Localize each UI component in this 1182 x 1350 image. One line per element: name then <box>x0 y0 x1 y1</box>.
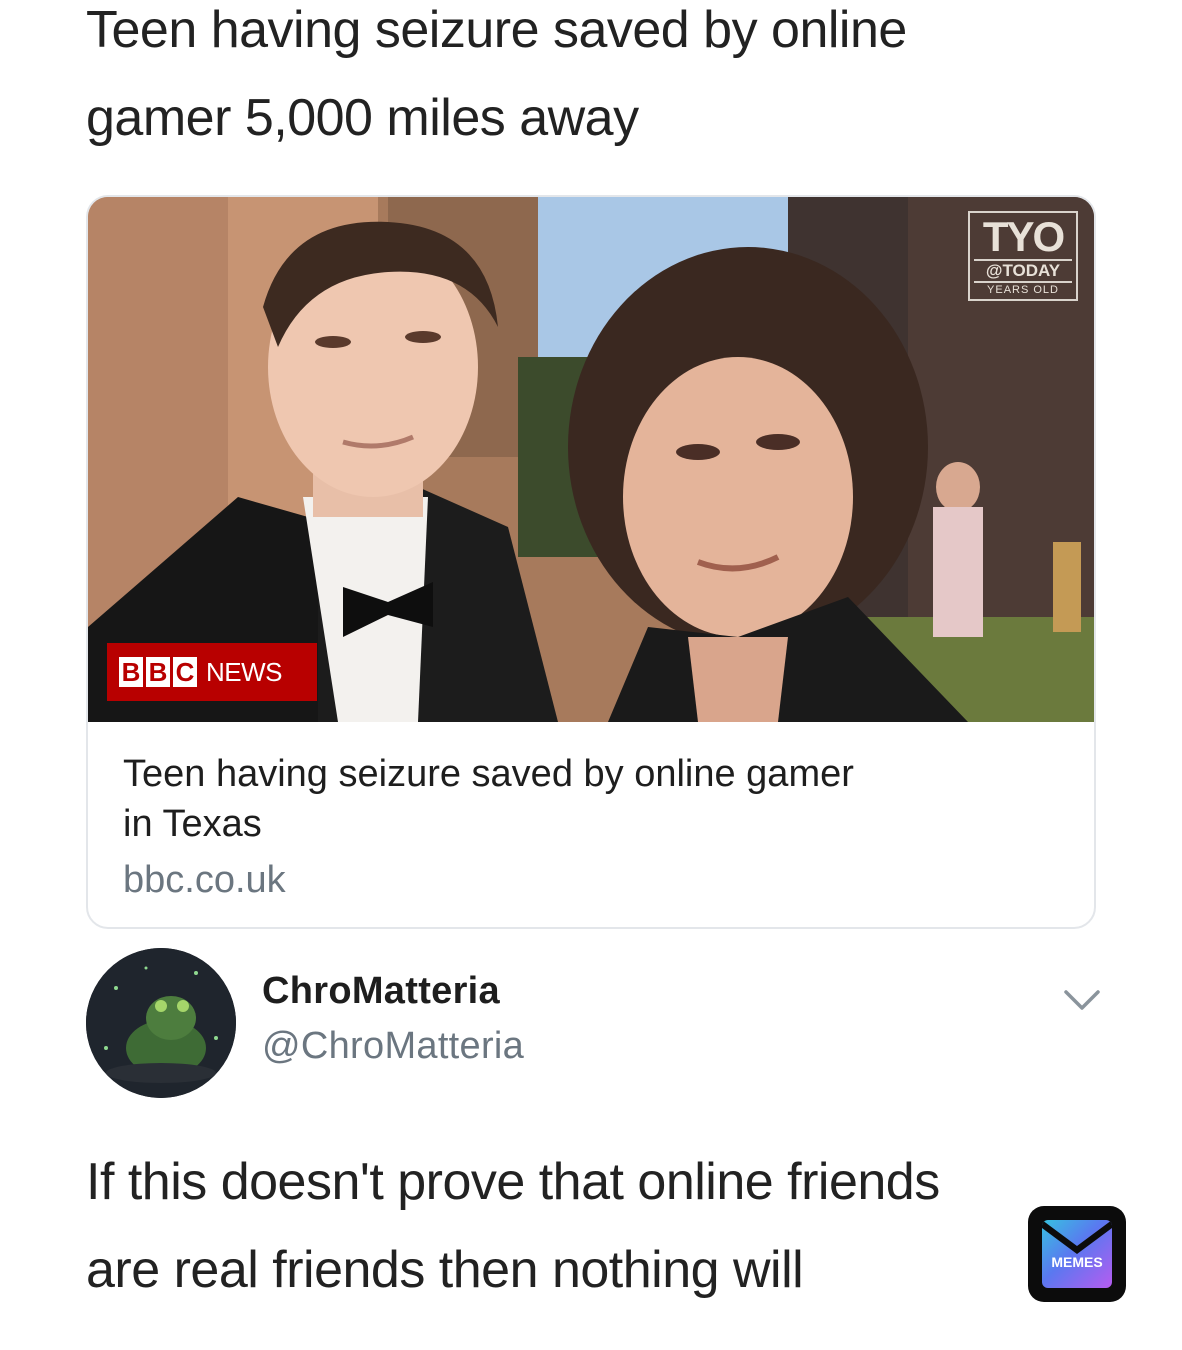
chevron-down-icon[interactable] <box>1062 986 1102 1016</box>
link-card-title[interactable]: Teen having seizure saved by online game… <box>123 749 1023 849</box>
link-preview-image: B B C NEWS TYO @TODAY YEARS OLD <box>88 197 1094 722</box>
frog-avatar-icon <box>86 948 236 1098</box>
link-preview-card[interactable]: B B C NEWS TYO @TODAY YEARS OLD Teen hav… <box>86 195 1096 929</box>
tweet-text: If this doesn't prove that online friend… <box>86 1138 1086 1314</box>
tyo-years-text: YEARS OLD <box>987 284 1059 296</box>
author-name[interactable]: ChroMatteria <box>262 970 500 1013</box>
headline-line-2: gamer 5,000 miles away <box>86 89 639 147</box>
bbc-letter-block: C <box>173 657 197 687</box>
link-card-title-line-2: in Texas <box>123 803 262 845</box>
tweet-text-line-2: are real friends then nothing will <box>86 1241 804 1299</box>
bbc-letter-block: B <box>146 657 170 687</box>
bbc-news-badge: B B C NEWS <box>107 643 317 701</box>
link-card-title-line-1: Teen having seizure saved by online game… <box>123 753 854 795</box>
bbc-letter-block: B <box>119 657 143 687</box>
memes-logo-inner: MEMES <box>1042 1220 1112 1288</box>
memes-logo-icon: MEMES <box>1028 1206 1126 1302</box>
tyo-sub-text: @TODAY <box>974 259 1072 283</box>
bbc-news-label: NEWS <box>206 656 283 687</box>
post-headline: Teen having seizure saved by online game… <box>86 0 1086 162</box>
author-avatar[interactable] <box>86 948 236 1098</box>
headline-line-1: Teen having seizure saved by online <box>86 1 907 59</box>
tyo-main-text: TYO <box>982 213 1065 260</box>
tyo-watermark: TYO @TODAY YEARS OLD <box>968 211 1078 301</box>
memes-label: MEMES <box>1051 1254 1103 1270</box>
tweet-text-line-1: If this doesn't prove that online friend… <box>86 1153 940 1211</box>
author-handle[interactable]: @ChroMatteria <box>262 1025 524 1068</box>
link-card-domain: bbc.co.uk <box>123 859 286 901</box>
